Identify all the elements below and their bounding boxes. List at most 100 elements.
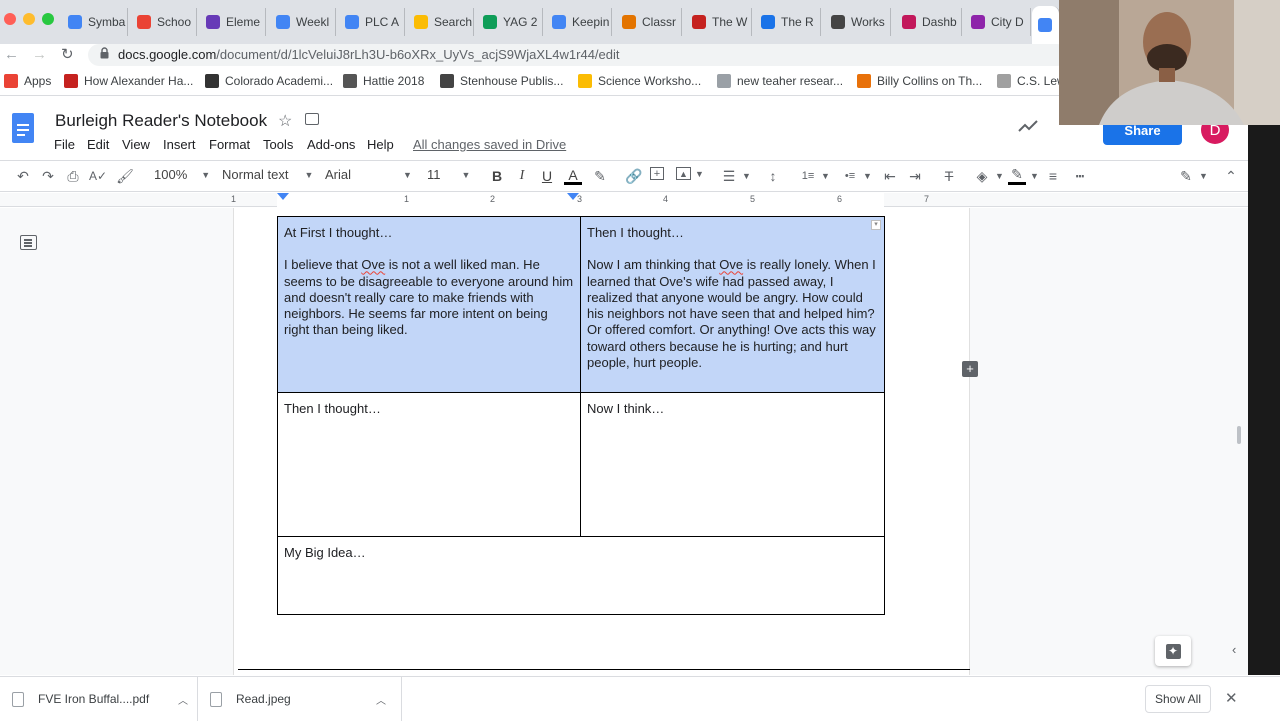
bookmark-item[interactable]: How Alexander Ha... [64, 74, 193, 88]
bookmark-label: new teaher resear... [737, 74, 844, 88]
document-title[interactable]: Burleigh Reader's Notebook [55, 111, 267, 131]
cell-body: Now I am thinking that Ove is really lon… [587, 257, 876, 371]
show-all-button[interactable]: Show All [1145, 685, 1211, 713]
misspelled-word[interactable]: Ove [361, 257, 385, 272]
text-color-icon[interactable]: A [564, 167, 582, 185]
column-indent-marker[interactable] [567, 193, 579, 200]
download-item[interactable]: FVE Iron Buffal....pdf ︿ [0, 677, 198, 721]
fill-color-icon[interactable]: ◈ ▼ [973, 167, 1004, 185]
increase-indent-icon[interactable]: ⇥ [906, 167, 924, 185]
numbered-list-icon[interactable]: 1≡ ▼ [799, 167, 830, 185]
underline-icon[interactable]: U [538, 167, 556, 185]
star-icon[interactable]: ☆ [278, 111, 292, 131]
spellcheck-icon[interactable]: A✓ [89, 167, 107, 185]
line-spacing-icon[interactable]: ↕ [764, 167, 782, 185]
explore-button[interactable]: ✦ [1155, 636, 1191, 666]
bold-icon[interactable]: B [488, 167, 506, 185]
bookmark-item[interactable]: Science Worksho... [578, 74, 701, 88]
outline-icon[interactable] [20, 235, 37, 250]
zoom-select[interactable]: 100% ▼ [154, 167, 210, 182]
address-bar[interactable]: docs.google.com/document/d/1lcVeluiJ8rLh… [88, 44, 1068, 66]
minimize-window-button[interactable] [23, 13, 35, 25]
notebook-table[interactable]: At First I thought… I believe that Ove i… [277, 216, 885, 615]
cell-now-i-think[interactable]: Now I think… [580, 392, 885, 537]
align-icon[interactable]: ☰ ▼ [720, 167, 751, 185]
cell-my-big-idea[interactable]: My Big Idea… [277, 536, 885, 615]
bookmark-item[interactable]: C.S. Lew [997, 74, 1066, 88]
left-indent-marker[interactable] [277, 193, 289, 200]
menu-edit[interactable]: Edit [87, 137, 109, 152]
bookmark-item[interactable]: Hattie 2018 [343, 74, 424, 88]
browser-tab-active[interactable] [1032, 6, 1060, 44]
menu-add-ons[interactable]: Add-ons [307, 137, 355, 152]
maximize-window-button[interactable] [42, 13, 54, 25]
chevron-up-icon[interactable]: ︿ [376, 692, 386, 707]
download-item[interactable]: Read.jpeg ︿ [198, 677, 402, 721]
activity-trend-icon[interactable] [1018, 119, 1038, 136]
font-select[interactable]: Arial ▼ [325, 167, 412, 182]
cell-at-first-i-thought[interactable]: At First I thought… I believe that Ove i… [277, 216, 581, 393]
cell-menu-chevron-icon[interactable]: ▾ [871, 220, 881, 230]
browser-tab[interactable]: Search [408, 8, 474, 36]
border-width-icon[interactable]: ≡ [1044, 167, 1062, 185]
browser-tab[interactable]: City D [965, 8, 1031, 36]
insert-comment-icon[interactable]: + [650, 167, 664, 180]
forward-arrow-icon[interactable]: → [32, 46, 47, 63]
browser-tab[interactable]: Eleme [200, 8, 266, 36]
print-icon[interactable]: ⎙ [64, 167, 82, 185]
back-arrow-icon[interactable]: ← [4, 46, 19, 63]
menu-insert[interactable]: Insert [163, 137, 196, 152]
paint-format-icon[interactable]: 🖌 [116, 167, 134, 185]
cell-then-i-thought-1[interactable]: Then I thought… Now I am thinking that O… [580, 216, 885, 393]
border-color-icon[interactable]: ✎ ▼ [1008, 166, 1039, 185]
browser-tab[interactable]: YAG 2 [477, 8, 543, 36]
close-shelf-icon[interactable]: ✕ [1225, 689, 1238, 707]
docs-logo-icon[interactable] [12, 113, 34, 143]
browser-tab[interactable]: Symba [62, 8, 128, 36]
clear-formatting-icon[interactable]: T [940, 167, 958, 185]
border-dash-icon[interactable]: ┅ [1071, 167, 1089, 185]
doc-scrollbar-thumb[interactable] [1237, 426, 1241, 444]
close-window-button[interactable] [4, 13, 16, 25]
browser-tab[interactable]: Keepin [546, 8, 612, 36]
move-folder-icon[interactable] [305, 113, 319, 125]
browser-tab[interactable]: Weekl [270, 8, 336, 36]
redo-icon[interactable]: ↷ [39, 167, 57, 185]
save-status[interactable]: All changes saved in Drive [413, 137, 566, 152]
decrease-indent-icon[interactable]: ⇤ [881, 167, 899, 185]
menu-help[interactable]: Help [367, 137, 394, 152]
browser-tab[interactable]: Works [825, 8, 891, 36]
side-panel-chevron-icon[interactable]: ‹ [1232, 642, 1236, 657]
bookmark-item[interactable]: Stenhouse Publis... [440, 74, 563, 88]
menu-file[interactable]: File [54, 137, 75, 152]
undo-icon[interactable]: ↶ [14, 167, 32, 185]
browser-tab[interactable]: Classr [616, 8, 682, 36]
italic-icon[interactable]: I [513, 167, 531, 185]
misspelled-word[interactable]: Ove [719, 257, 743, 272]
insert-image-icon[interactable]: ▲ ▼ [676, 167, 704, 180]
ruler[interactable]: 11234567 [0, 193, 1248, 207]
browser-tab[interactable]: PLC A [339, 8, 405, 36]
bookmark-item[interactable]: Colorado Academi... [205, 74, 333, 88]
highlight-icon[interactable]: ✎ [591, 167, 609, 185]
font-size-select[interactable]: 11 ▼ [427, 167, 470, 182]
bookmark-item[interactable]: new teaher resear... [717, 74, 843, 88]
browser-tab[interactable]: The W [686, 8, 752, 36]
style-select[interactable]: Normal text ▼ [222, 167, 313, 182]
bookmark-item[interactable]: Billy Collins on Th... [857, 74, 982, 88]
editing-mode-icon[interactable]: ✎ ▼ [1177, 167, 1208, 185]
browser-tab[interactable]: Dashb [896, 8, 962, 36]
browser-tab[interactable]: The R [755, 8, 821, 36]
add-comment-icon[interactable]: + [962, 361, 978, 377]
menu-view[interactable]: View [122, 137, 150, 152]
insert-link-icon[interactable]: 🔗 [625, 167, 643, 185]
apps-bookmark[interactable]: Apps [4, 74, 51, 88]
cell-then-i-thought-2[interactable]: Then I thought… [277, 392, 581, 537]
collapse-menus-icon[interactable]: ⌃ [1222, 167, 1240, 185]
bulleted-list-icon[interactable]: •≡ ▼ [841, 167, 872, 185]
browser-tab[interactable]: Schoo [131, 8, 197, 36]
menu-format[interactable]: Format [209, 137, 250, 152]
menu-tools[interactable]: Tools [263, 137, 293, 152]
chevron-up-icon[interactable]: ︿ [178, 692, 188, 707]
reload-icon[interactable]: ↻ [61, 45, 74, 63]
